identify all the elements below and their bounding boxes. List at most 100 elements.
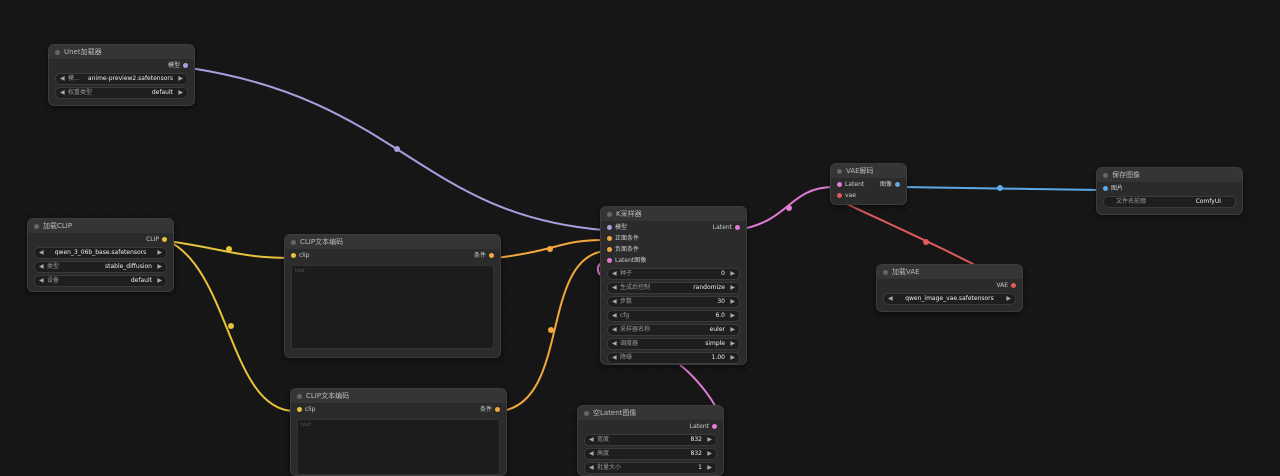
arrow-right-icon[interactable]: ▶	[707, 449, 712, 459]
node-collapse-dot[interactable]	[55, 49, 60, 55]
arrow-left-icon[interactable]: ◀	[612, 325, 617, 335]
image-input-pin[interactable]	[1103, 186, 1108, 191]
arrow-left-icon[interactable]: ◀	[60, 74, 65, 84]
unet-model-select[interactable]: ◀ 模... anime-preview2.safetensors ▶	[55, 73, 188, 85]
arrow-right-icon[interactable]: ▶	[157, 262, 162, 272]
arrow-left-icon[interactable]: ◀	[612, 297, 617, 307]
arrow-left-icon[interactable]: ◀	[589, 449, 594, 459]
input-label: 负面条件	[615, 246, 640, 253]
arrow-right-icon[interactable]: ▶	[707, 435, 712, 445]
input-label: 模型	[615, 224, 628, 231]
scheduler-widget[interactable]: ◀ 调度器 simple ▶	[607, 338, 740, 350]
latent-output-pin[interactable]	[735, 225, 740, 230]
width-widget[interactable]: ◀ 宽度 832 ▶	[584, 434, 717, 446]
model-input-pin[interactable]	[607, 225, 612, 230]
clip-text-encode-negative-node[interactable]: CLIP文本编码 clip 条件 text	[290, 388, 507, 476]
model-output-pin[interactable]	[183, 63, 188, 68]
output-label: Latent	[712, 224, 732, 231]
unet-dtype-select[interactable]: ◀ 权重类型 default ▶	[55, 87, 188, 99]
sampler-name-widget[interactable]: ◀ 采样器名称 euler ▶	[607, 324, 740, 336]
arrow-left-icon[interactable]: ◀	[589, 463, 594, 473]
arrow-left-icon[interactable]: ◀	[589, 435, 594, 445]
arrow-right-icon[interactable]: ▶	[730, 325, 735, 335]
arrow-left-icon[interactable]: ◀	[612, 269, 617, 279]
input-label: vae	[845, 192, 856, 199]
arrow-left-icon[interactable]: ◀	[612, 311, 617, 321]
node-title: K采样器	[616, 210, 642, 218]
node-title: CLIP文本编码	[306, 392, 350, 400]
wire-latent-out-midpoint	[786, 205, 792, 211]
empty-latent-node[interactable]: 空Latent图像 Latent ◀ 宽度 832 ▶ ◀ 高度 832 ▶ ◀ 批量大小 1 ▶	[577, 405, 724, 476]
vae-output-pin[interactable]	[1011, 283, 1016, 288]
ksampler-node[interactable]: K采样器 模型 Latent 正面条件 负面条件 Latent图像 ◀ 种子 0 ▶ ◀…	[600, 206, 747, 365]
arrow-left-icon[interactable]: ◀	[60, 88, 65, 98]
arrow-right-icon[interactable]: ▶	[707, 463, 712, 473]
arrow-left-icon[interactable]: ◀	[612, 283, 617, 293]
output-label: VAE	[996, 282, 1008, 289]
wire-image-midpoint	[997, 185, 1003, 191]
node-collapse-dot[interactable]	[291, 239, 296, 245]
clip-input-pin[interactable]	[291, 253, 296, 258]
cfg-widget[interactable]: ◀ cfg 6.0 ▶	[607, 310, 740, 322]
clip-output-pin[interactable]	[162, 237, 167, 242]
conditioning-output-pin[interactable]	[495, 407, 500, 412]
arrow-right-icon[interactable]: ▶	[730, 339, 735, 349]
node-title: 加载VAE	[892, 268, 920, 276]
positive-input-pin[interactable]	[607, 236, 612, 241]
node-collapse-dot[interactable]	[584, 410, 589, 416]
arrow-right-icon[interactable]: ▶	[1006, 294, 1011, 304]
arrow-right-icon[interactable]: ▶	[178, 74, 183, 84]
arrow-right-icon[interactable]: ▶	[730, 353, 735, 363]
seed-widget[interactable]: ◀ 种子 0 ▶	[607, 268, 740, 280]
arrow-left-icon[interactable]: ◀	[612, 339, 617, 349]
arrow-right-icon[interactable]: ▶	[730, 269, 735, 279]
node-collapse-dot[interactable]	[1103, 172, 1108, 178]
arrow-right-icon[interactable]: ▶	[730, 297, 735, 307]
latent-output-pin[interactable]	[712, 424, 717, 429]
control-after-generate-widget[interactable]: ◀ 生成后控制 randomize ▶	[607, 282, 740, 294]
vae-decode-node[interactable]: VAE解码 Latent 图像 vae	[830, 163, 907, 205]
arrow-right-icon[interactable]: ▶	[730, 311, 735, 321]
node-collapse-dot[interactable]	[34, 223, 39, 229]
arrow-right-icon[interactable]: ▶	[157, 248, 162, 258]
output-label: 图像	[879, 181, 892, 188]
arrow-right-icon[interactable]: ▶	[178, 88, 183, 98]
input-label: clip	[299, 252, 310, 259]
clip-loader-node[interactable]: 加载CLIP CLIP ◀ qwen_3_06b_base.safetensors…	[27, 218, 174, 292]
vae-input-pin[interactable]	[837, 193, 842, 198]
clip-text-encode-positive-node[interactable]: CLIP文本编码 clip 条件 text	[284, 234, 501, 358]
image-output-pin[interactable]	[895, 182, 900, 187]
steps-widget[interactable]: ◀ 步数 30 ▶	[607, 296, 740, 308]
batch-size-widget[interactable]: ◀ 批量大小 1 ▶	[584, 462, 717, 474]
prompt-textarea[interactable]: text	[297, 419, 500, 475]
filename-prefix-widget[interactable]: 文件名前缀 ComfyUI	[1103, 196, 1236, 208]
clip-type-select[interactable]: ◀ 类型 stable_diffusion ▶	[34, 261, 167, 273]
clip-device-select[interactable]: ◀ 设备 default ▶	[34, 275, 167, 287]
arrow-left-icon[interactable]: ◀	[39, 276, 44, 286]
latent-input-pin[interactable]	[837, 182, 842, 187]
node-collapse-dot[interactable]	[607, 211, 612, 217]
arrow-left-icon[interactable]: ◀	[39, 262, 44, 272]
height-widget[interactable]: ◀ 高度 832 ▶	[584, 448, 717, 460]
arrow-right-icon[interactable]: ▶	[157, 276, 162, 286]
clip-name-select[interactable]: ◀ qwen_3_06b_base.safetensors ▶	[34, 247, 167, 259]
vae-name-select[interactable]: ◀ qwen_image_vae.safetensors ▶	[883, 293, 1016, 305]
arrow-right-icon[interactable]: ▶	[730, 283, 735, 293]
negative-input-pin[interactable]	[607, 247, 612, 252]
clip-input-pin[interactable]	[297, 407, 302, 412]
vae-loader-node[interactable]: 加载VAE VAE ◀ qwen_image_vae.safetensors ▶	[876, 264, 1023, 312]
input-label: clip	[305, 406, 316, 413]
denoise-widget[interactable]: ◀ 降噪 1.00 ▶	[607, 352, 740, 364]
input-label: Latent图像	[615, 257, 647, 264]
node-collapse-dot[interactable]	[883, 269, 888, 275]
unet-loader-node[interactable]: Unet加载器 模型 ◀ 模... anime-preview2.safetenso…	[48, 44, 195, 106]
wire-clip-neg-midpoint	[228, 323, 234, 329]
node-title: 加载CLIP	[43, 222, 73, 230]
arrow-left-icon[interactable]: ◀	[612, 353, 617, 363]
save-image-node[interactable]: 保存图像 图片 文件名前缀 ComfyUI	[1096, 167, 1243, 215]
node-collapse-dot[interactable]	[837, 168, 842, 174]
prompt-textarea[interactable]: text	[291, 265, 494, 349]
latent-input-pin[interactable]	[607, 258, 612, 263]
conditioning-output-pin[interactable]	[489, 253, 494, 258]
node-collapse-dot[interactable]	[297, 393, 302, 399]
